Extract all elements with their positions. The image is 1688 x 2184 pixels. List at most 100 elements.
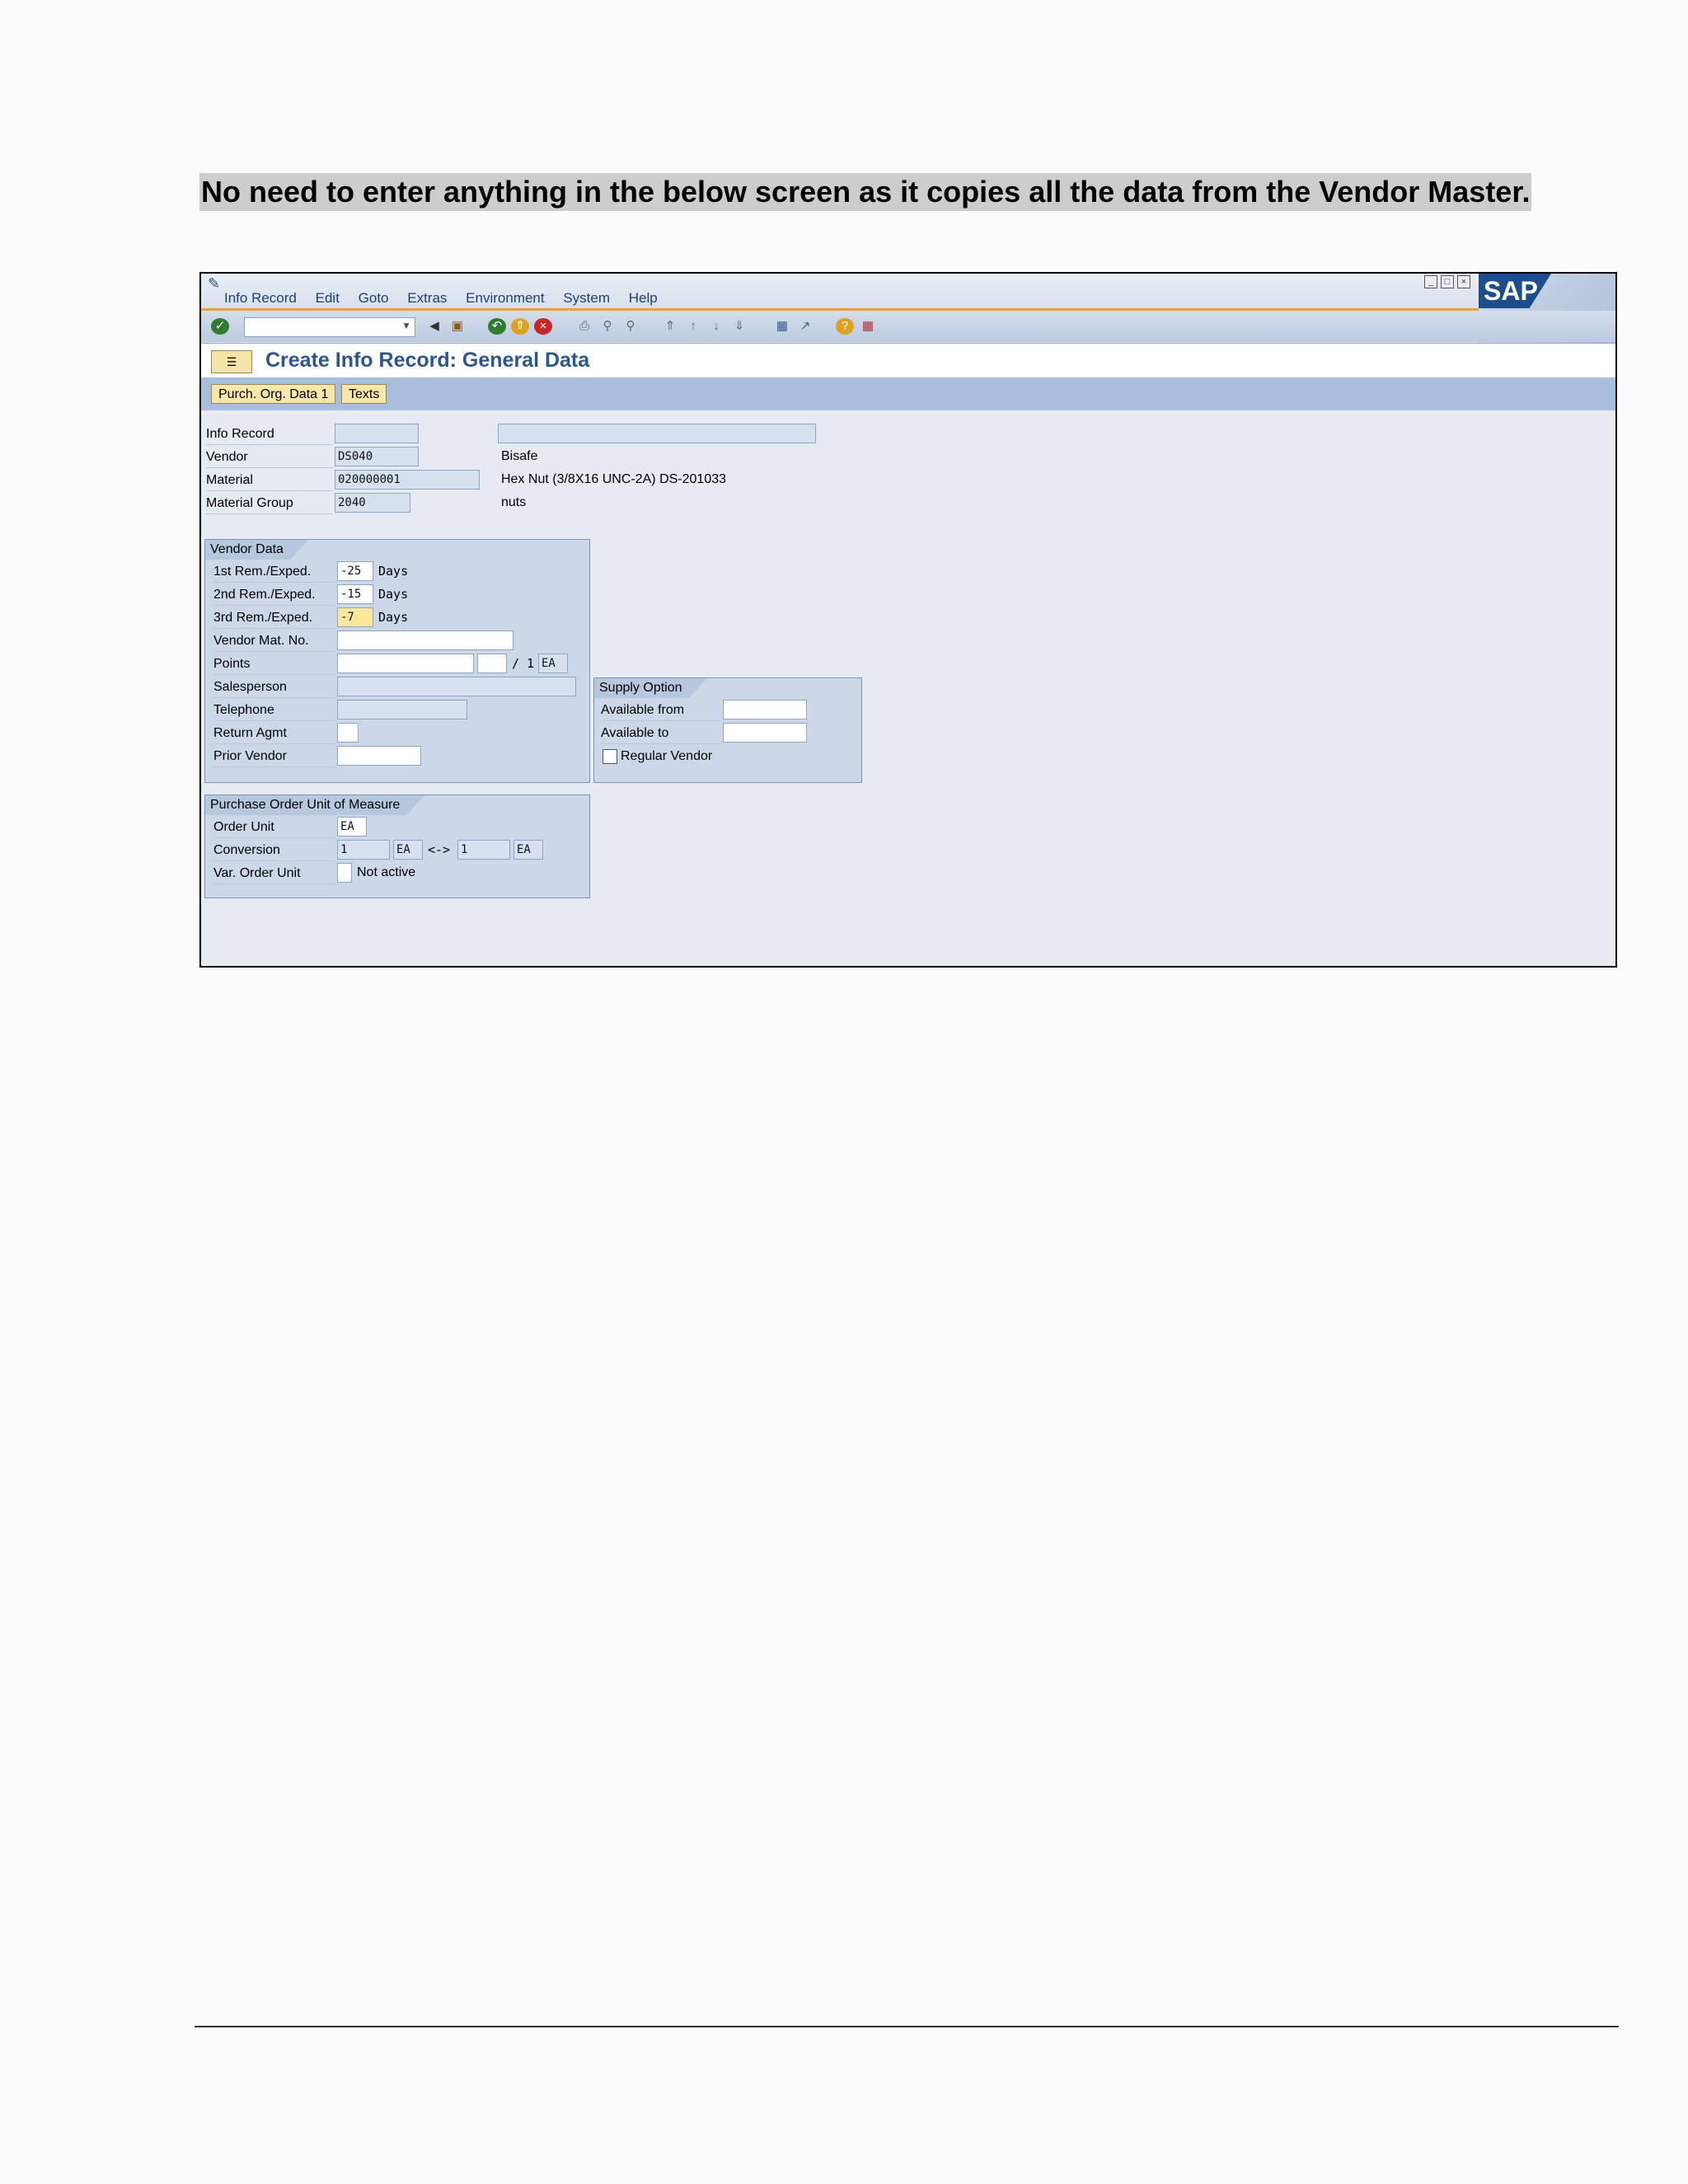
vendor-data-group: Vendor Data 1st Rem./Exped. -25 Days 2nd… — [204, 539, 590, 783]
back-arrow-icon[interactable]: ◀ — [425, 318, 443, 335]
regular-vendor-checkbox[interactable] — [603, 749, 617, 764]
vendor-mat-no-input[interactable] — [337, 630, 513, 650]
menu-edit[interactable]: Edit — [316, 290, 340, 306]
menu-goto[interactable]: Goto — [359, 290, 389, 306]
exit-icon[interactable]: ⇑ — [511, 318, 529, 335]
telephone-label: Telephone — [213, 700, 335, 721]
menu-help[interactable]: Help — [629, 290, 658, 306]
material-field: 020000001 — [335, 470, 480, 490]
rem2-unit: Days — [378, 587, 409, 602]
info-record-field — [335, 424, 419, 443]
screen-icon[interactable]: ☰ — [211, 350, 252, 373]
find-icon[interactable]: ⚲ — [598, 318, 617, 335]
back-icon[interactable]: ↶ — [488, 318, 506, 335]
points-unit-field: EA — [538, 654, 568, 673]
conversion-left-value[interactable]: 1 — [337, 840, 390, 860]
rem2-input[interactable]: -15 — [337, 584, 373, 604]
po-unit-group: Purchase Order Unit of Measure Order Uni… — [204, 794, 590, 898]
var-order-unit-input[interactable] — [337, 863, 352, 883]
vendor-mat-no-label: Vendor Mat. No. — [213, 630, 335, 652]
maximize-icon[interactable]: □ — [1441, 275, 1454, 288]
po-unit-title: Purchase Order Unit of Measure — [205, 795, 424, 815]
available-to-label: Available to — [601, 723, 721, 744]
sap-window: ✎ Info Record Edit Goto Extras Environme… — [199, 272, 1617, 968]
rem3-unit: Days — [378, 610, 409, 625]
prior-vendor-input[interactable] — [337, 746, 421, 766]
menu-system[interactable]: System — [563, 290, 610, 306]
info-record-description-field — [498, 424, 816, 443]
layout-menu-icon[interactable]: ▦ — [859, 318, 877, 335]
available-from-input[interactable] — [723, 700, 807, 719]
screen-content: Info Record Vendor DS040 Bisafe Material… — [201, 410, 1615, 966]
purch-org-data-button[interactable]: Purch. Org. Data 1 — [211, 384, 336, 404]
points-slash: / — [512, 656, 520, 671]
supply-option-group: Supply Option Available from Available t… — [593, 677, 862, 783]
var-order-unit-status: Not active — [357, 865, 416, 879]
footer-divider — [195, 2026, 1619, 2027]
cancel-icon[interactable]: × — [534, 318, 552, 335]
menu-extras[interactable]: Extras — [407, 290, 447, 306]
material-group-label: Material Group — [206, 493, 333, 514]
rem1-input[interactable]: -25 — [337, 561, 373, 581]
vendor-label: Vendor — [206, 447, 333, 468]
close-window-icon[interactable]: × — [1457, 275, 1470, 288]
return-agmt-label: Return Agmt — [213, 723, 335, 744]
create-session-icon[interactable]: ▦ — [773, 318, 791, 335]
prior-vendor-label: Prior Vendor — [213, 746, 335, 767]
system-menu-icon[interactable]: ✎ — [208, 275, 220, 293]
material-group-description: nuts — [501, 495, 527, 509]
conversion-left-unit: EA — [393, 840, 423, 860]
order-unit-input[interactable]: EA — [337, 817, 367, 837]
points-input[interactable] — [337, 654, 474, 673]
salesperson-field[interactable] — [337, 677, 576, 696]
points-quantity: 1 — [527, 656, 535, 671]
previous-page-icon[interactable]: ↑ — [684, 318, 702, 335]
material-label: Material — [206, 470, 333, 491]
vendor-data-title: Vendor Data — [205, 540, 308, 560]
order-unit-label: Order Unit — [213, 817, 335, 838]
menu-bar: ✎ Info Record Edit Goto Extras Environme… — [201, 274, 1615, 311]
material-group-field: 2040 — [335, 493, 410, 513]
enter-icon[interactable]: ✓ — [211, 318, 229, 335]
conversion-right-value[interactable]: 1 — [457, 840, 510, 860]
conversion-label: Conversion — [213, 840, 335, 861]
texts-button[interactable]: Texts — [341, 384, 387, 404]
rem1-unit: Days — [378, 564, 409, 579]
find-next-icon[interactable]: ⚲ — [621, 318, 640, 335]
help-icon[interactable]: ? — [836, 318, 854, 335]
next-page-icon[interactable]: ↓ — [707, 318, 725, 335]
return-agmt-input[interactable] — [337, 723, 359, 743]
available-to-input[interactable] — [723, 723, 807, 743]
first-page-icon[interactable]: ⇑ — [661, 318, 679, 335]
vendor-field: DS040 — [335, 447, 419, 466]
vendor-name: Bisafe — [501, 449, 538, 463]
menu-environment[interactable]: Environment — [466, 290, 544, 306]
conversion-right-unit: EA — [513, 840, 543, 860]
sap-logo-mark: SAP — [1479, 274, 1551, 308]
command-dropdown-icon[interactable]: ▼ — [401, 320, 411, 331]
rem2-label: 2nd Rem./Exped. — [213, 584, 335, 606]
shortcut-icon[interactable]: ↗ — [796, 318, 814, 335]
screen-title: Create Info Record: General Data — [265, 349, 590, 372]
var-order-unit-label: Var. Order Unit — [213, 863, 335, 884]
available-from-label: Available from — [601, 700, 721, 721]
rem3-input[interactable]: -7 — [337, 607, 373, 627]
instruction-heading: No need to enter anything in the below s… — [199, 173, 1532, 211]
command-field[interactable]: ▼ — [244, 317, 415, 337]
rem3-label: 3rd Rem./Exped. — [213, 607, 335, 629]
menu: Info Record Edit Goto Extras Environment… — [224, 290, 673, 307]
info-record-label: Info Record — [206, 424, 333, 445]
menu-info-record[interactable]: Info Record — [224, 290, 297, 306]
supply-option-title: Supply Option — [594, 678, 707, 698]
last-page-icon[interactable]: ⇓ — [730, 318, 748, 335]
minimize-icon[interactable]: _ — [1424, 275, 1437, 288]
regular-vendor-label: Regular Vendor — [621, 749, 713, 763]
print-icon[interactable]: ⎙ — [575, 318, 593, 335]
application-toolbar: Purch. Org. Data 1 Texts — [201, 377, 1615, 410]
points-per-input[interactable] — [477, 654, 507, 673]
telephone-field[interactable] — [337, 700, 467, 719]
material-description: Hex Nut (3/8X16 UNC-2A) DS-201033 — [501, 472, 727, 486]
salesperson-label: Salesperson — [213, 677, 335, 698]
save-icon[interactable]: ▣ — [448, 318, 467, 335]
rem1-label: 1st Rem./Exped. — [213, 561, 335, 583]
